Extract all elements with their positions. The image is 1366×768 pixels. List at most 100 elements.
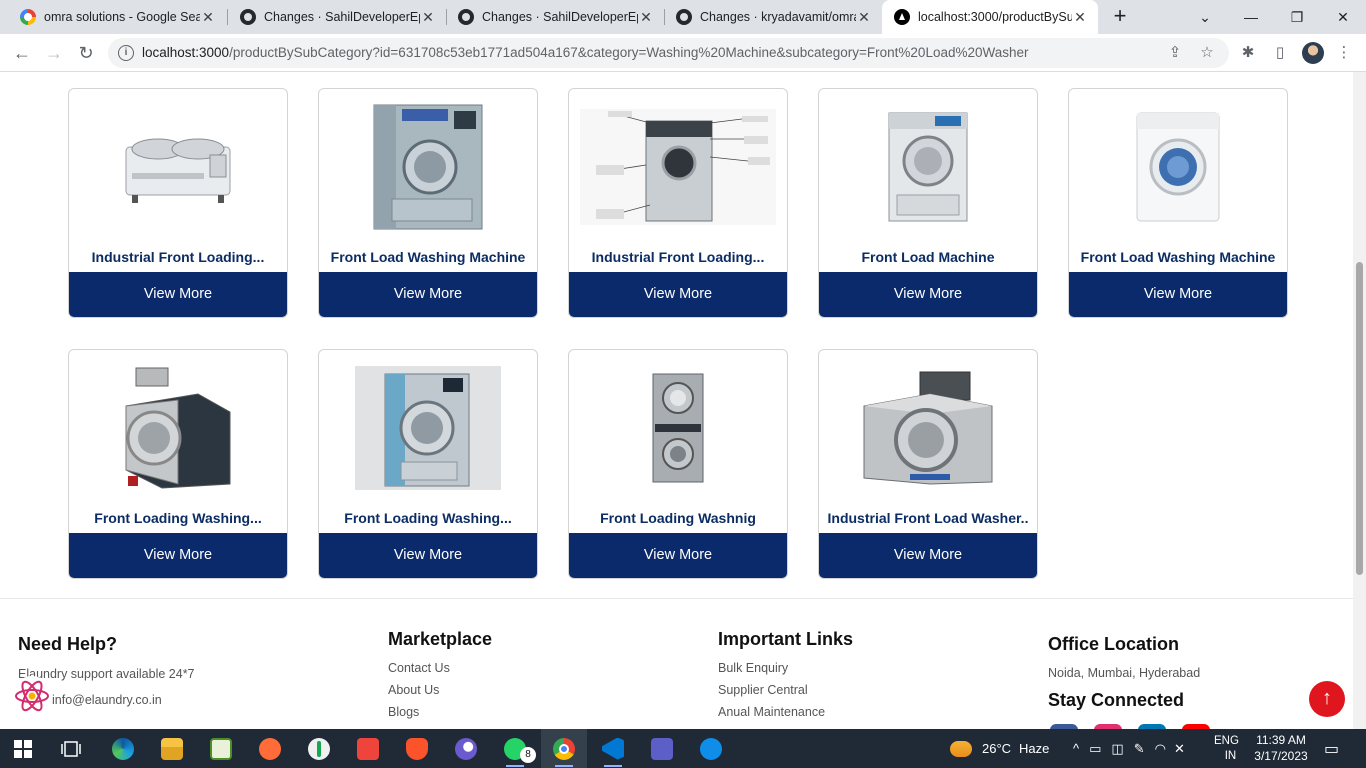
view-more-button[interactable]: View More (69, 272, 287, 317)
view-more-button[interactable]: View More (569, 533, 787, 578)
address-bar[interactable]: i localhost:3000/productBySubCategory?id… (108, 38, 1229, 68)
footer-link-maintenance[interactable]: Anual Maintenance (718, 705, 825, 719)
whatsapp-icon[interactable]: 8 (492, 729, 538, 768)
wifi-icon[interactable]: ◠ (1155, 741, 1166, 757)
view-more-button[interactable]: View More (819, 533, 1037, 578)
new-tab-button[interactable]: + (1108, 5, 1132, 29)
close-window-button[interactable]: ✕ (1320, 0, 1366, 34)
brave-icon[interactable] (394, 729, 440, 768)
footer-link-contact[interactable]: Contact Us (388, 661, 450, 675)
vscode-icon[interactable] (590, 729, 636, 768)
product-image[interactable] (1069, 89, 1287, 245)
product-image[interactable] (319, 89, 537, 245)
product-card[interactable]: Industrial Front Load Washer.. View More (818, 349, 1038, 579)
product-title[interactable]: Industrial Front Load Washer.. (827, 510, 1029, 526)
product-card[interactable]: Front Load Washing Machine View More (1068, 88, 1288, 318)
footer-link-supplier[interactable]: Supplier Central (718, 683, 808, 697)
anydesk-icon[interactable] (345, 729, 391, 768)
product-card[interactable]: Industrial Front Loading... View More (568, 88, 788, 318)
notification-icon[interactable]: ▭ (1324, 729, 1339, 768)
extensions-icon[interactable]: ✱ (1238, 43, 1258, 63)
product-card[interactable]: Front Loading Washing... View More (68, 349, 288, 579)
avatar[interactable] (1302, 42, 1324, 64)
product-image[interactable] (69, 350, 287, 506)
view-more-button[interactable]: View More (319, 533, 537, 578)
teams-icon[interactable] (639, 729, 685, 768)
browser-tab[interactable]: Changes · kryadavamit/omra ✕ (664, 0, 882, 34)
product-card[interactable]: Front Loading Washing... View More (318, 349, 538, 579)
product-title[interactable]: Industrial Front Loading... (77, 249, 279, 265)
page-scrollbar[interactable] (1353, 72, 1366, 729)
support-email-link[interactable]: info@elaundry.co.in (52, 693, 162, 707)
product-image[interactable] (319, 350, 537, 506)
product-card[interactable]: Industrial Front Loading... View More (68, 88, 288, 318)
close-tab-icon[interactable]: ✕ (1072, 9, 1088, 26)
product-card[interactable]: Front Loading Washnig View More (568, 349, 788, 579)
browser-tab[interactable]: Changes · SahilDeveloperEpic ✕ (228, 0, 446, 34)
pen-tablet-icon[interactable]: ✎ (1134, 741, 1145, 757)
close-tab-icon[interactable]: ✕ (856, 9, 872, 26)
view-more-button[interactable]: View More (319, 272, 537, 317)
product-card[interactable]: Front Load Machine View More (818, 88, 1038, 318)
react-devtools-icon[interactable] (12, 676, 52, 716)
minimize-button[interactable]: — (1228, 0, 1274, 34)
file-explorer-icon[interactable] (149, 729, 195, 768)
product-image[interactable] (569, 89, 787, 245)
menu-kebab-icon[interactable]: ⋮ (1334, 43, 1354, 63)
edge-icon[interactable] (100, 729, 146, 768)
teamviewer-icon[interactable] (688, 729, 734, 768)
product-title[interactable]: Front Load Machine (827, 249, 1029, 265)
scrollbar-thumb[interactable] (1356, 262, 1363, 575)
input-language[interactable]: ENG IN (1214, 729, 1239, 768)
back-icon[interactable]: ← (10, 41, 34, 65)
restore-button[interactable]: ❐ (1274, 0, 1320, 34)
browser-tab-active[interactable]: localhost:3000/productBySubCategory ✕ (882, 0, 1098, 34)
product-image[interactable] (69, 89, 287, 245)
battery-icon[interactable]: ▭ (1089, 741, 1101, 757)
site-info-icon[interactable]: i (118, 45, 134, 61)
product-image[interactable] (819, 89, 1037, 245)
mongodb-compass-icon[interactable] (296, 729, 342, 768)
view-more-button[interactable]: View More (69, 533, 287, 578)
product-title[interactable]: Front Loading Washing... (77, 510, 279, 526)
weather-widget[interactable]: 26°C Haze (950, 729, 1049, 768)
footer-link-blogs[interactable]: Blogs (388, 705, 419, 719)
system-clock[interactable]: 11:39 AM 3/17/2023 (1248, 732, 1314, 764)
close-tab-icon[interactable]: ✕ (200, 9, 216, 26)
eclipse-icon[interactable] (443, 729, 489, 768)
product-title[interactable]: Front Loading Washing... (327, 510, 529, 526)
show-hidden-icons-icon[interactable]: ^ (1073, 741, 1079, 756)
footer-link-bulk-enquiry[interactable]: Bulk Enquiry (718, 661, 788, 675)
side-panel-icon[interactable]: ▯ (1270, 43, 1290, 63)
product-image[interactable] (569, 350, 787, 506)
bookmark-star-icon[interactable]: ☆ (1198, 44, 1216, 62)
product-title[interactable]: Industrial Front Loading... (577, 249, 779, 265)
browser-tab[interactable]: omra solutions - Google Search ✕ (8, 0, 226, 34)
chrome-icon[interactable] (541, 729, 587, 768)
postman-icon[interactable] (247, 729, 293, 768)
browser-tab[interactable]: Changes · SahilDeveloperEpic ✕ (446, 0, 664, 34)
share-icon[interactable]: ⇪ (1166, 44, 1184, 62)
windows-start-icon[interactable] (0, 729, 46, 768)
reload-icon[interactable]: ↻ (74, 41, 98, 65)
product-card[interactable]: Front Load Washing Machine View More (318, 88, 538, 318)
office-heading: Office Location (1048, 634, 1180, 654)
close-tab-icon[interactable]: ✕ (420, 9, 436, 26)
product-image[interactable] (819, 350, 1037, 506)
forward-icon[interactable]: → (42, 41, 66, 65)
footer-link-about[interactable]: About Us (388, 683, 439, 697)
tab-search-icon[interactable]: ⌄ (1182, 0, 1228, 34)
view-more-button[interactable]: View More (819, 272, 1037, 317)
scroll-to-top-button[interactable]: ↑ (1309, 681, 1345, 717)
view-more-button[interactable]: View More (569, 272, 787, 317)
speaker-muted-icon[interactable]: ✕ (1174, 741, 1185, 757)
close-tab-icon[interactable]: ✕ (638, 9, 654, 26)
product-title[interactable]: Front Load Washing Machine (1077, 249, 1279, 265)
url-text[interactable]: localhost:3000/productBySubCategory?id=6… (142, 45, 1029, 60)
meet-now-icon[interactable]: ◫ (1111, 741, 1123, 757)
excel-chart-icon[interactable] (198, 729, 244, 768)
view-more-button[interactable]: View More (1069, 272, 1287, 317)
product-title[interactable]: Front Load Washing Machine (327, 249, 529, 265)
product-title[interactable]: Front Loading Washnig (577, 510, 779, 526)
task-view-icon[interactable] (48, 729, 94, 768)
